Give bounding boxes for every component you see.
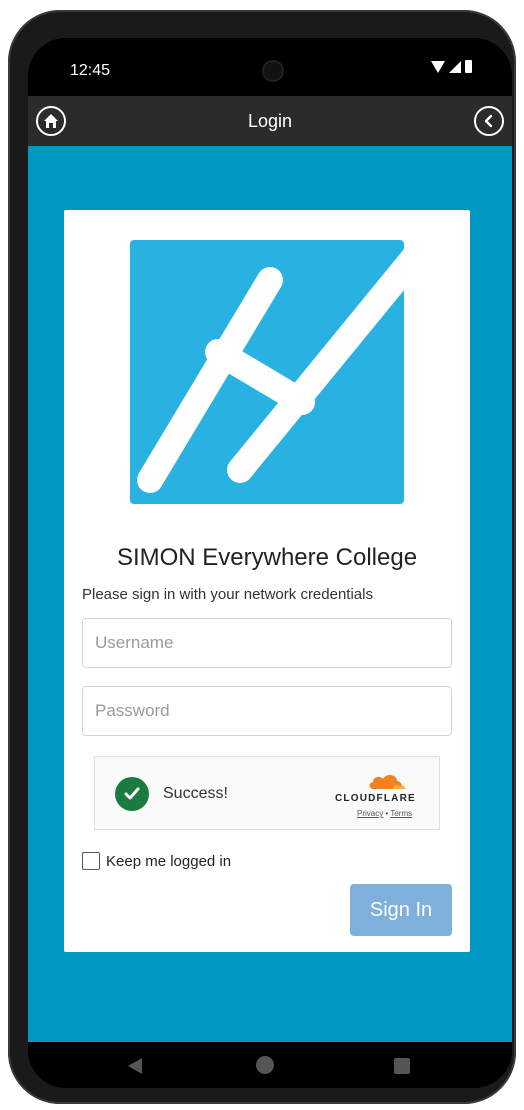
captcha-status: Success! [163,785,228,802]
back-button[interactable] [474,106,504,136]
cloudflare-captcha: Success! CLOUDFLARE Privacy • Terms [94,756,440,830]
main-content: SIMON Everywhere College Please sign in … [28,146,512,1042]
status-icons [431,60,472,73]
sign-in-button[interactable]: Sign In [350,884,452,936]
keep-logged-in-checkbox[interactable] [82,852,100,870]
nav-home-icon[interactable] [256,1056,274,1074]
privacy-link[interactable]: Privacy [357,809,383,818]
front-camera [264,62,282,80]
chevron-left-icon [484,114,493,128]
terms-link[interactable]: Terms [390,809,412,818]
keep-logged-in-label: Keep me logged in [106,852,232,870]
link-separator: • [385,809,389,818]
phone-frame: 12:45 Login SIMON Everywhere College Ple… [8,10,516,1104]
success-check-icon [115,777,149,811]
keep-logged-in[interactable]: Keep me logged in [82,852,231,870]
cloudflare-cloud-icon [369,775,406,789]
status-bar: 12:45 [28,38,512,96]
wifi-icon [431,60,445,73]
captcha-links: Privacy • Terms [357,809,412,818]
app-header: Login [28,96,512,146]
page-title: Login [247,111,293,131]
password-input[interactable] [83,687,451,735]
nav-back-icon[interactable] [128,1058,142,1074]
login-card: SIMON Everywhere College Please sign in … [64,210,470,952]
nav-recents-icon[interactable] [394,1058,410,1074]
status-time: 12:45 [70,62,111,79]
phone-screen: 12:45 Login SIMON Everywhere College Ple… [28,38,512,1088]
college-logo [130,240,404,504]
android-nav-bar [28,1042,512,1088]
username-field[interactable] [82,618,452,668]
cloudflare-brand: CLOUDFLARE [335,793,416,804]
battery-icon [465,60,472,73]
cellular-signal-icon [449,60,461,73]
password-field[interactable] [82,686,452,736]
sign-in-instructions: Please sign in with your network credent… [82,586,373,603]
college-name: SIMON Everywhere College [116,544,418,571]
username-input[interactable] [83,619,451,667]
